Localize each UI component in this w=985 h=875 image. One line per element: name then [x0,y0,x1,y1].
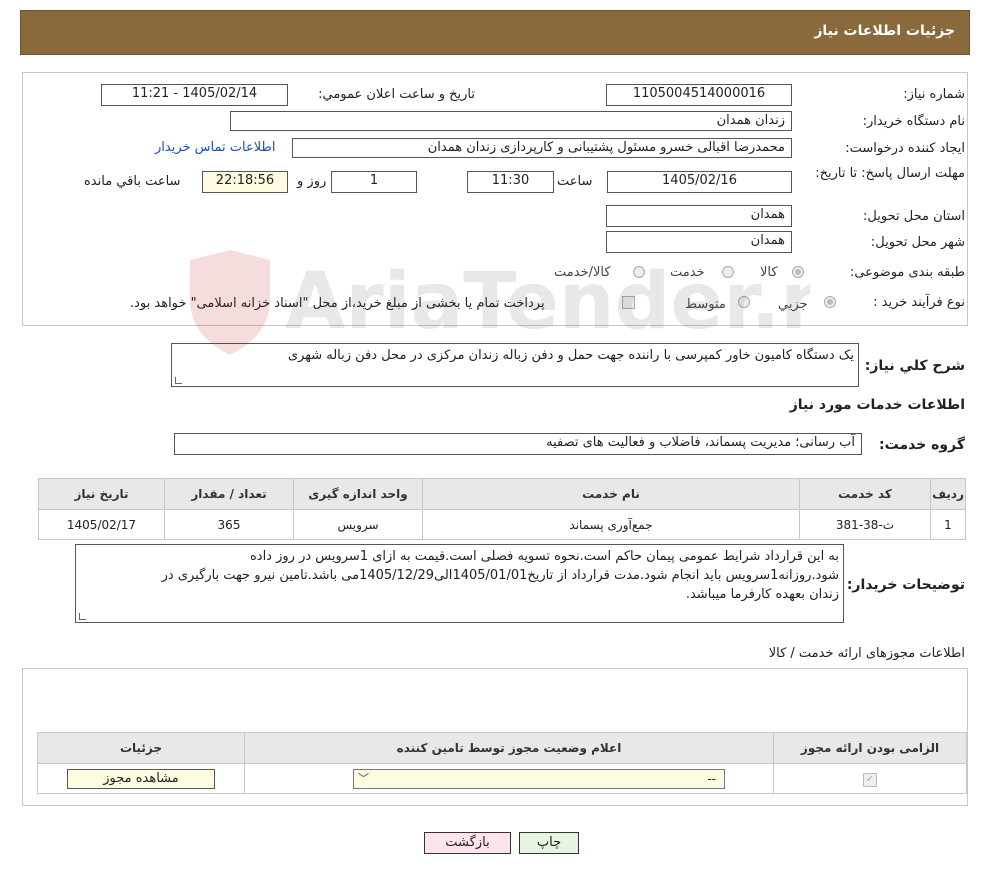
cell-row: 1 [930,509,966,540]
category-goods-service-label: کالا/خدمت [554,265,611,280]
city-label: شهر محل تحويل: [870,235,965,250]
deadline-label: مهلت ارسال پاسخ: تا تاريخ: [815,166,965,181]
description-text: یک دستگاه کامیون خاور کمپرسی با راننده ج… [287,348,854,363]
table-row: ✓ -- ﹀ مشاهده مجوز [37,763,967,794]
col-code: کد خدمت [799,478,931,510]
treasury-checkbox[interactable] [622,296,635,309]
need-number-field: 1105004514000016 [606,84,792,106]
buyer-notes-textarea[interactable]: به این قرارداد شرایط عمومی پیمان حاکم اس… [75,544,844,623]
description-label: شرح کلي نياز: [864,358,965,374]
cell-date: 1405/02/17 [38,509,165,540]
deadline-time-label: ساعت [557,174,593,189]
process-minor-label: جزيي [778,297,808,312]
category-service-label: خدمت [670,265,705,280]
process-label: نوع فرآيند خريد : [873,295,965,310]
treasury-note: پرداخت تمام يا بخشی از مبلغ خريد،از محل … [130,296,545,311]
need-number-label: شماره نیاز: [903,87,965,102]
print-button[interactable]: چاپ [519,832,579,854]
col-required: الزامی بودن ارائه مجوز [773,732,967,764]
creator-label: ايجاد کننده درخواست: [845,141,965,156]
category-goods-service-radio[interactable] [633,266,645,278]
process-medium-label: متوسط [685,297,726,312]
category-goods-label: کالا [760,265,778,280]
col-unit: واحد اندازه گيری [293,478,423,510]
services-table-header: رديف کد خدمت نام خدمت واحد اندازه گيری ت… [38,478,966,510]
deadline-time-field: 11:30 [467,171,554,193]
chevron-down-icon: ﹀ [358,771,369,785]
services-section-title: اطلاعات خدمات مورد نياز [789,397,965,413]
cell-status: -- ﹀ [244,763,774,794]
announce-datetime-field: 1405/02/14 - 11:21 [101,84,288,106]
remaining-time-field: 22:18:56 [202,171,288,193]
resize-grip-icon[interactable] [175,377,182,384]
deadline-date-field: 1405/02/16 [607,171,792,193]
service-group-field: آب رسانی؛ مديريت پسماند، فاضلاب و فعاليت… [174,433,862,455]
cell-name: جمع‌آوری پسماند [422,509,800,540]
col-status: اعلام وضعیت مجوز توسط تامین کننده [244,732,774,764]
city-field: همدان [606,231,792,253]
permits-table: الزامی بودن ارائه مجوز اعلام وضعیت مجوز … [37,732,967,794]
permits-table-wrap: الزامی بودن ارائه مجوز اعلام وضعیت مجوز … [37,732,967,794]
col-date: تاريخ نياز [38,478,165,510]
remaining-time-label: ساعت باقي مانده [84,174,181,189]
buyer-org-field: زندان همدان [230,111,792,131]
services-table: رديف کد خدمت نام خدمت واحد اندازه گيری ت… [38,478,966,540]
cell-qty: 365 [164,509,294,540]
buyer-notes-line: به این قرارداد شرایط عمومی پیمان حاکم اس… [249,549,839,564]
announce-datetime-label: تاریخ و ساعت اعلان عمومي: [318,87,475,102]
permits-table-header: الزامی بودن ارائه مجوز اعلام وضعیت مجوز … [37,732,967,764]
status-select-value: -- [707,771,716,786]
back-button[interactable]: بازگشت [424,832,511,854]
description-textarea[interactable]: یک دستگاه کامیون خاور کمپرسی با راننده ج… [171,343,859,387]
table-row: 1 ث-38-381 جمع‌آوری پسماند سرويس 365 140… [38,509,966,540]
days-label: روز و [297,174,327,189]
process-minor-radio[interactable] [824,296,836,308]
permits-section-title: اطلاعات مجوزهای ارائه خدمت / کالا [768,646,965,661]
col-row: رديف [930,478,966,510]
buyer-contact-link[interactable]: اطلاعات تماس خريدار [155,140,275,155]
category-goods-radio[interactable] [792,266,804,278]
creator-field: محمدرضا اقبالی خسرو مسئول پشتیبانی و کار… [292,138,792,158]
cell-code: ث-38-381 [799,509,931,540]
days-field: 1 [331,171,417,193]
resize-grip-icon[interactable] [79,613,86,620]
buyer-org-label: نام دستگاه خريدار: [862,114,965,129]
province-field: همدان [606,205,792,227]
buyer-notes-line: شود.روزانه1سرویس باید انجام شود.مدت قرار… [161,568,839,583]
cell-required: ✓ [773,763,967,794]
buyer-notes-line: زندان بعهده کارفرما میباشد. [685,587,839,602]
services-table-wrap: رديف کد خدمت نام خدمت واحد اندازه گيری ت… [38,478,966,540]
col-details: جزئيات [37,732,245,764]
required-checkbox[interactable]: ✓ [863,772,877,787]
page-header: جزئیات اطلاعات نیاز [20,10,970,55]
page-title: جزئیات اطلاعات نیاز [814,23,955,39]
process-medium-radio[interactable] [738,296,750,308]
view-permit-button[interactable]: مشاهده مجوز [67,768,215,789]
category-label: طبقه بندی موضوعی: [849,265,965,280]
cell-details: مشاهده مجوز [37,763,245,794]
cell-unit: سرويس [293,509,423,540]
province-label: استان محل تحويل: [863,209,965,224]
col-name: نام خدمت [422,478,800,510]
service-group-label: گروه خدمت: [879,437,965,453]
status-select[interactable]: -- ﹀ [353,768,725,789]
category-service-radio[interactable] [722,266,734,278]
buyer-notes-label: توضيحات خريدار: [846,577,965,593]
col-qty: تعداد / مقدار [164,478,294,510]
